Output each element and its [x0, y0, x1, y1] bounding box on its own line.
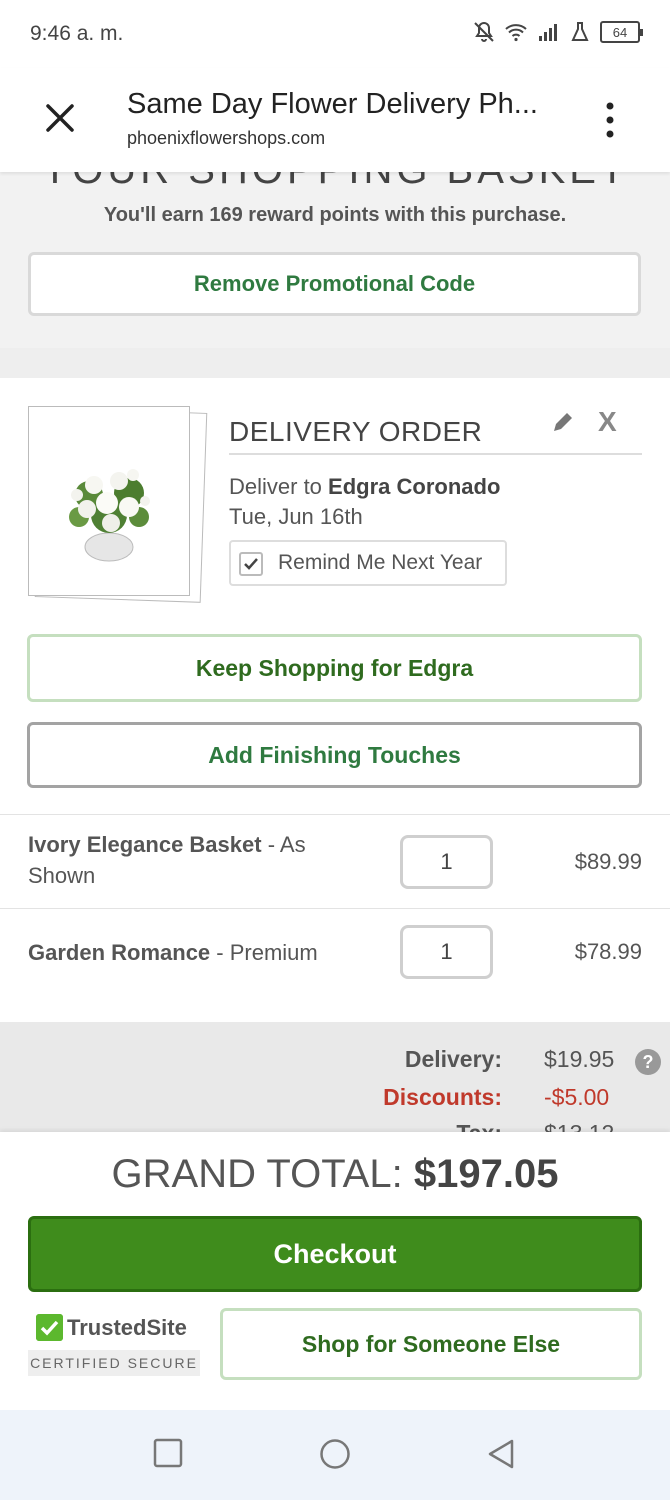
- quantity-field[interactable]: 1: [400, 835, 493, 889]
- battery-level: 64: [612, 24, 628, 40]
- quantity-field[interactable]: 1: [400, 925, 493, 979]
- list-item: Garden Romance - Premium 1 $78.99: [0, 908, 670, 1018]
- item-title: Garden Romance: [28, 940, 211, 965]
- mute-notification-icon: [474, 21, 494, 42]
- trustedsite-brand: TrustedSite: [36, 1314, 187, 1341]
- divider: [229, 453, 642, 455]
- item-name: Ivory Elegance Basket - As Shown: [28, 829, 368, 891]
- item-price: $78.99: [574, 939, 642, 964]
- status-icons: 64: [472, 20, 643, 44]
- flower-basket-image: [69, 469, 150, 562]
- trustedsite-badge[interactable]: TrustedSite CERTIFIED SECURE: [28, 1314, 200, 1376]
- shop-for-someone-else-button[interactable]: Shop for Someone Else: [220, 1308, 642, 1380]
- item-name: Garden Romance - Premium: [28, 937, 368, 968]
- discounts-label: Discounts:: [383, 1084, 502, 1110]
- x-icon[interactable]: X: [598, 406, 617, 438]
- status-bar: 9:46 a. m. 64: [0, 0, 670, 68]
- totals-section: Delivery: $19.95 ? Discounts: -$5.00 Tax…: [0, 1022, 670, 1146]
- item-option: - Premium: [210, 940, 318, 965]
- list-item: Ivory Elegance Basket - As Shown 1 $89.9…: [0, 814, 670, 908]
- trustedsite-name: TrustedSite: [67, 1314, 187, 1340]
- recipient-name: Edgra Coronado: [328, 474, 501, 499]
- remind-me-checkbox[interactable]: Remind Me Next Year: [229, 540, 507, 586]
- signal-icon: [539, 24, 557, 41]
- page-url: phoenixflowershops.com: [127, 128, 326, 148]
- delivery-date: Tue, Jun 16th: [229, 504, 363, 529]
- browser-toolbar: Same Day Flower Delivery Ph... phoenixfl…: [0, 68, 670, 172]
- checkout-button[interactable]: Checkout: [28, 1216, 642, 1292]
- status-time: 9:46 a. m.: [30, 22, 124, 45]
- checkbox[interactable]: [239, 552, 263, 576]
- reward-points-text: You'll earn 169 reward points with this …: [103, 204, 567, 226]
- basket-title: YOUR SHOPPING BASKET: [0, 172, 670, 193]
- certified-secure-label: CERTIFIED SECURE: [28, 1350, 200, 1376]
- pencil-icon[interactable]: [551, 410, 575, 434]
- discounts-value: -$5.00: [544, 1084, 610, 1110]
- grand-total-label: GRAND TOTAL:: [111, 1152, 414, 1196]
- close-icon[interactable]: [42, 100, 78, 136]
- item-price: $89.99: [574, 849, 642, 874]
- delivery-label: Delivery:: [404, 1046, 502, 1072]
- grand-total: GRAND TOTAL: $197.05: [0, 1152, 670, 1197]
- checkmark-icon: [244, 558, 258, 570]
- lab-flask-icon: [571, 22, 589, 41]
- basket-header: YOUR SHOPPING BASKET You'll earn 169 rew…: [0, 172, 670, 348]
- add-finishing-touches-button[interactable]: Add Finishing Touches: [27, 722, 642, 788]
- home-icon[interactable]: [319, 1438, 351, 1470]
- remove-promo-code-button[interactable]: Remove Promotional Code: [28, 252, 641, 316]
- deliver-to-line: Deliver to Edgra Coronado: [229, 474, 500, 500]
- recents-icon[interactable]: [153, 1438, 183, 1468]
- delivery-order-heading: DELIVERY ORDER: [229, 416, 483, 447]
- back-icon[interactable]: [486, 1438, 516, 1470]
- help-icon[interactable]: ?: [635, 1049, 661, 1075]
- battery-icon: 64: [600, 21, 643, 43]
- wifi-icon: [505, 24, 527, 42]
- item-title: Ivory Elegance Basket: [28, 832, 262, 857]
- remind-label: Remind Me Next Year: [278, 551, 483, 574]
- deliver-to-prefix: Deliver to: [229, 474, 329, 499]
- page-title: Same Day Flower Delivery Ph...: [127, 88, 538, 120]
- photo-front-frame: [28, 406, 190, 596]
- delivery-value: $19.95: [544, 1046, 615, 1072]
- product-photo: [28, 406, 208, 603]
- delivery-order-card: DELIVERY ORDER X Deliver to Edgra Corona…: [0, 378, 670, 1022]
- android-nav-bar: [0, 1410, 670, 1500]
- grand-total-value: $197.05: [413, 1152, 559, 1196]
- checkout-footer: GRAND TOTAL: $197.05 Checkout TrustedSit…: [0, 1132, 670, 1410]
- keep-shopping-button[interactable]: Keep Shopping for Edgra: [27, 634, 642, 702]
- check-shield-icon: [36, 1314, 63, 1341]
- kebab-menu-icon[interactable]: [598, 100, 622, 140]
